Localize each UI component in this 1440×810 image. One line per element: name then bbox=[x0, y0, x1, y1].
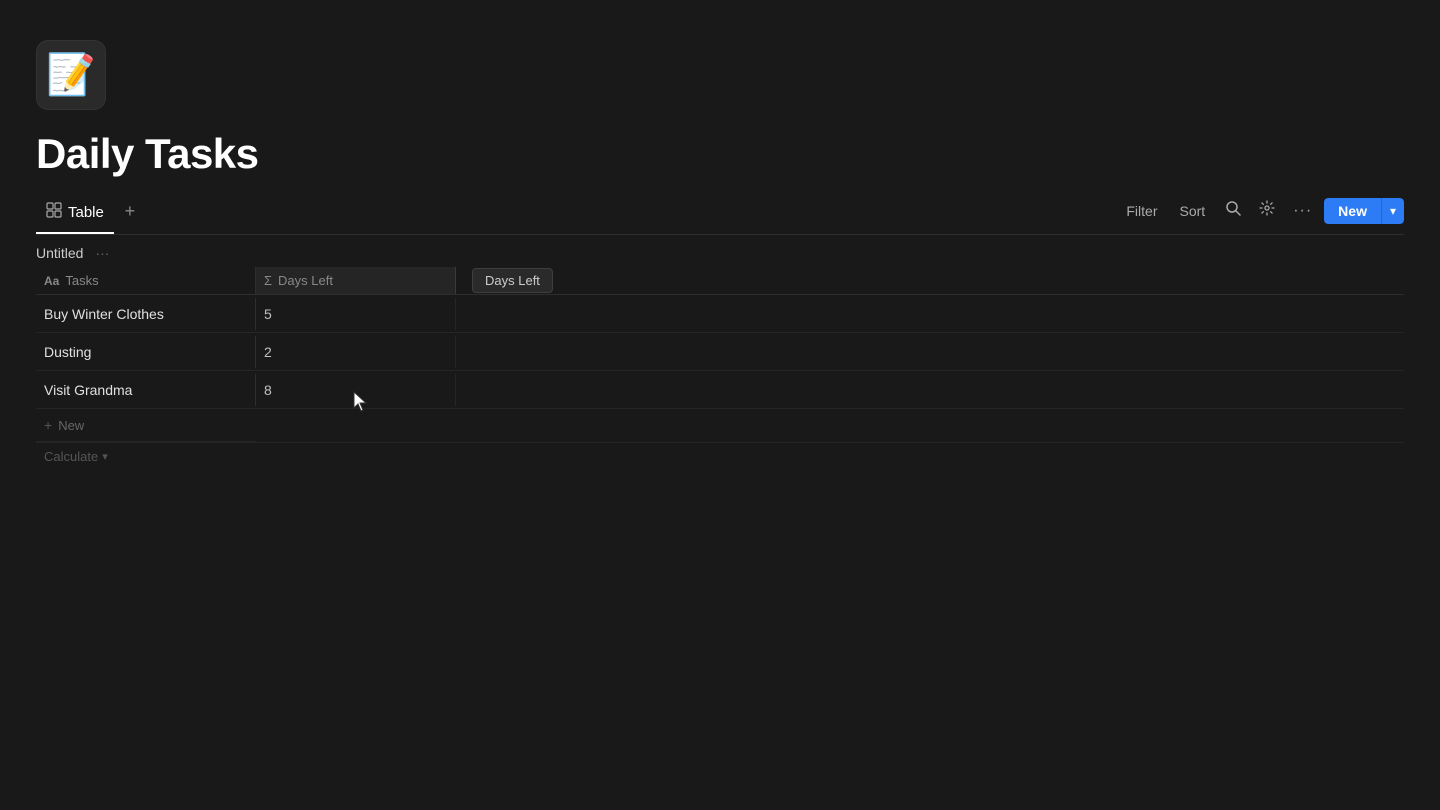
table-container: Untitled ··· Aa Tasks Σ Days Left Days L… bbox=[36, 235, 1404, 470]
table-body: Buy Winter Clothes 5 Dusting 2 Visit Gra… bbox=[36, 295, 1404, 409]
group-header: Untitled ··· bbox=[36, 235, 1404, 267]
calculate-button[interactable]: Calculate ▾ bbox=[36, 443, 256, 470]
column-tasks-label: Tasks bbox=[65, 273, 98, 288]
settings-button[interactable] bbox=[1253, 196, 1281, 225]
toolbar-right: Filter Sort bbox=[1118, 196, 1404, 233]
sigma-icon: Σ bbox=[264, 273, 272, 288]
plus-icon: + bbox=[44, 417, 52, 433]
search-button[interactable] bbox=[1219, 196, 1247, 225]
table-icon bbox=[46, 202, 62, 222]
chevron-down-icon: ▾ bbox=[102, 450, 108, 463]
chevron-down-icon: ▾ bbox=[1390, 204, 1396, 218]
new-row-label: New bbox=[58, 418, 84, 433]
sort-button[interactable]: Sort bbox=[1172, 199, 1214, 223]
more-options-button[interactable]: ··· bbox=[1287, 198, 1318, 224]
cell-days-0[interactable]: 5 bbox=[256, 298, 456, 330]
days-left-pill[interactable]: Days Left bbox=[472, 268, 553, 293]
new-button-dropdown[interactable]: ▾ bbox=[1381, 198, 1404, 224]
cell-days-1[interactable]: 2 bbox=[256, 336, 456, 368]
column-days-left[interactable]: Σ Days Left bbox=[256, 267, 456, 294]
new-button[interactable]: New bbox=[1324, 198, 1381, 224]
cell-days-2[interactable]: 8 bbox=[256, 374, 456, 406]
tab-table[interactable]: Table bbox=[36, 196, 114, 234]
app-icon: 📝 bbox=[36, 40, 106, 110]
cell-task-0[interactable]: Buy Winter Clothes bbox=[36, 298, 256, 330]
column-tasks[interactable]: Aa Tasks bbox=[36, 267, 256, 294]
filter-label: Filter bbox=[1126, 203, 1157, 219]
settings-icon bbox=[1259, 200, 1275, 221]
table-row[interactable]: Buy Winter Clothes 5 bbox=[36, 295, 1404, 333]
text-type-icon: Aa bbox=[44, 274, 59, 288]
tab-table-label: Table bbox=[68, 204, 104, 221]
calculate-label: Calculate bbox=[44, 449, 98, 464]
cell-task-2[interactable]: Visit Grandma bbox=[36, 374, 256, 406]
tabs-row: Table + Filter Sort bbox=[36, 196, 1404, 235]
table-row[interactable]: Visit Grandma 8 bbox=[36, 371, 1404, 409]
cell-task-1[interactable]: Dusting bbox=[36, 336, 256, 368]
add-tab-button[interactable]: + bbox=[118, 203, 142, 227]
table-row[interactable]: Dusting 2 bbox=[36, 333, 1404, 371]
filter-button[interactable]: Filter bbox=[1118, 199, 1165, 223]
more-icon: ··· bbox=[1293, 202, 1312, 220]
page-title: Daily Tasks bbox=[36, 130, 1404, 178]
group-more-button[interactable]: ··· bbox=[91, 245, 113, 261]
group-name: Untitled bbox=[36, 245, 83, 261]
new-row-button[interactable]: + New bbox=[36, 409, 256, 442]
table-header: Aa Tasks Σ Days Left Days Left bbox=[36, 267, 1404, 295]
sort-label: Sort bbox=[1180, 203, 1206, 219]
search-icon bbox=[1225, 200, 1241, 221]
column-days-left-label: Days Left bbox=[278, 273, 333, 288]
new-button-group: New ▾ bbox=[1324, 198, 1404, 224]
